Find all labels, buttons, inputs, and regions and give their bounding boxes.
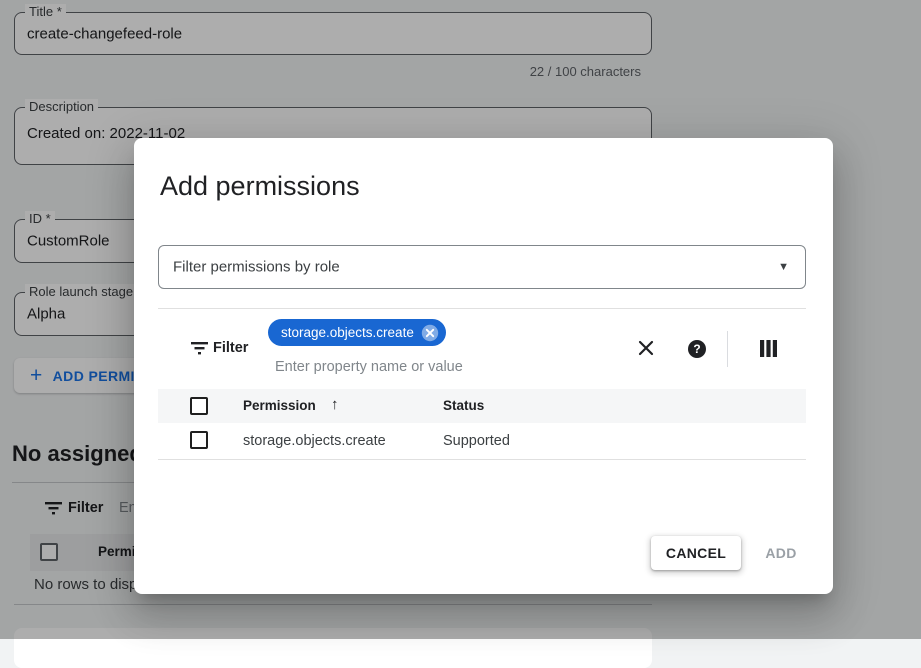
clear-filters-button[interactable]: [636, 338, 656, 358]
filter-by-role-select[interactable]: Filter permissions by role ▼: [158, 245, 806, 289]
chevron-down-icon: ▼: [778, 261, 789, 273]
sort-ascending-icon[interactable]: ↑: [331, 396, 339, 413]
filter-by-role-select-value: Filter permissions by role: [173, 259, 340, 276]
column-display-options-button[interactable]: [760, 340, 777, 357]
modal-select-all-checkbox[interactable]: [190, 397, 208, 415]
chip-remove-icon[interactable]: [421, 324, 439, 342]
dialog-title: Add permissions: [160, 171, 360, 202]
status-column-header[interactable]: Status: [443, 398, 484, 413]
modal-filter-label[interactable]: Filter: [213, 340, 248, 356]
toolbar-vertical-divider: [727, 331, 728, 367]
help-icon[interactable]: ?: [688, 340, 706, 358]
columns-icon: [760, 340, 777, 357]
row-permission-cell: storage.objects.create: [243, 433, 386, 449]
row-status-cell: Supported: [443, 433, 510, 449]
row-checkbox[interactable]: [190, 431, 208, 449]
filter-icon: [191, 342, 208, 360]
close-icon: [636, 338, 656, 358]
row-divider: [158, 459, 806, 460]
modal-filter-input[interactable]: Enter property name or value: [275, 359, 463, 375]
filter-chip-label: storage.objects.create: [281, 325, 414, 340]
toolbar-top-divider: [158, 308, 806, 309]
add-button[interactable]: ADD: [746, 536, 816, 570]
permission-column-header[interactable]: Permission: [243, 398, 316, 413]
add-permissions-dialog: Add permissions Filter permissions by ro…: [134, 138, 833, 594]
filter-chip[interactable]: storage.objects.create: [268, 319, 446, 346]
cancel-button[interactable]: CANCEL: [651, 536, 741, 570]
